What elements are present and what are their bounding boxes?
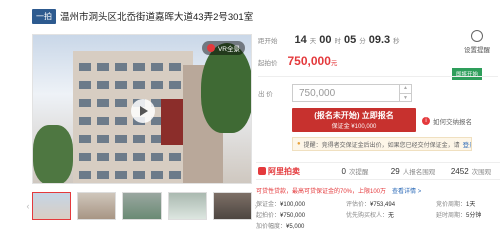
register-button[interactable]: (报名未开始) 立即报名 保证金 ¥100,000 <box>292 108 416 132</box>
info-item: 起拍价：¥750,000 <box>256 213 306 219</box>
thumbnail-2[interactable] <box>77 192 117 220</box>
start-price-unit: 元 <box>330 60 338 67</box>
info-item: 保证金：¥100,000 <box>256 202 306 208</box>
thumbnail-4[interactable] <box>167 192 207 220</box>
info-item: 优先购买权人：无 <box>346 213 395 219</box>
remind-label: 设置提醒 <box>464 47 490 54</box>
register-label: (报名未开始) 立即报名 <box>314 111 394 120</box>
stat-reminders-label: 次提醒 <box>348 169 369 176</box>
vr-label: VR全景 <box>217 46 240 53</box>
remind-button[interactable]: 设置提醒 <box>462 30 492 54</box>
countdown-hours-unit: 时 <box>334 38 342 45</box>
start-price-label: 起拍价 <box>258 60 278 67</box>
bid-down-icon[interactable]: ▼ <box>400 92 411 103</box>
bid-input[interactable]: 750,000 ▲ ▼ <box>292 84 412 102</box>
countdown-minutes-unit: 分 <box>359 38 366 45</box>
stat-reminders-num: 0 <box>341 167 346 176</box>
bid-stepper[interactable]: ▲ ▼ <box>399 84 411 102</box>
warning-icon: ● <box>297 141 301 147</box>
howto-link[interactable]: i 如何交纳报名 <box>422 116 472 126</box>
logo-text: 阿里拍卖 <box>268 166 300 176</box>
stat-views-label: 次围观 <box>471 169 492 176</box>
main-photo[interactable]: VR全景 <box>32 34 252 184</box>
deposit-notice-text: 提醒：竞得者交保证金后出价，如果您已经交付保证金，请 <box>303 142 460 149</box>
thumbnail-1[interactable] <box>32 192 72 220</box>
thumbnail-5[interactable] <box>212 192 253 220</box>
info-item: 竞价周期：1天 <box>436 202 476 208</box>
loan-notice-text: 可贷性贷款，最高可贷保证金的70%，上限100万 <box>256 188 387 195</box>
info-item: 延时周期：5分钟 <box>436 213 482 219</box>
loan-detail-link[interactable]: 查看详情 > <box>392 186 421 195</box>
clock-icon <box>471 30 483 42</box>
countdown-days-unit: 天 <box>309 38 317 45</box>
thumbnail-strip <box>32 192 253 220</box>
tree-left <box>33 125 73 183</box>
info-icon: i <box>422 117 430 125</box>
ali-logo-icon <box>258 167 266 175</box>
howto-label: 如何交纳报名 <box>433 119 472 126</box>
info-item: 加价幅度：¥5,000 <box>256 224 305 230</box>
stat-registered-num: 29 <box>390 167 400 176</box>
start-price: 750,000 <box>287 54 331 68</box>
bid-row: 出 价 750,000 ▲ ▼ <box>258 84 412 102</box>
stats-bar: 阿里拍卖 0 次提醒 29 人报名围观 2452 次围观 <box>256 162 500 180</box>
countdown-days: 14 <box>294 34 307 46</box>
countdown-minutes: 05 <box>344 34 357 46</box>
bid-up-icon[interactable]: ▲ <box>400 84 411 93</box>
auction-round-tag: 一拍 <box>32 8 56 24</box>
countdown-seconds-unit: 秒 <box>393 38 400 45</box>
thumbnail-3[interactable] <box>122 192 162 220</box>
ali-auction-logo: 阿里拍卖 <box>256 166 326 177</box>
tree-right <box>201 43 251 133</box>
auction-info-grid: 保证金：¥100,000 评估价：¥753,494 竞价周期：1天 起拍价：¥7… <box>256 199 498 230</box>
stat-views: 2452 次围观 <box>442 166 500 176</box>
info-item: 评估价：¥753,494 <box>346 202 396 208</box>
stat-registered-label: 人报名围观 <box>402 169 436 176</box>
loan-notice: 可贷性贷款，最高可贷保证金的70%，上限100万 查看详情 > <box>256 184 498 196</box>
property-title: 温州市洞头区北岙街道嘉晖大道43弄2号301室 <box>60 12 254 23</box>
vr-button[interactable]: VR全景 <box>201 41 245 55</box>
countdown-hours: 00 <box>319 34 332 46</box>
login-link[interactable]: 登录 <box>463 139 471 149</box>
countdown-seconds: 09.3 <box>368 34 391 46</box>
play-icon[interactable] <box>131 99 155 123</box>
thumb-prev-icon[interactable]: ‹ <box>24 192 32 220</box>
status-badge: 即将开始 <box>452 68 483 80</box>
countdown-label: 距开始 <box>258 38 278 45</box>
deposit-notice: ● 提醒：竞得者交保证金后出价，如果您已经交付保证金，请 登录 <box>292 137 472 151</box>
title-bar: 一拍 温州市洞头区北岙街道嘉晖大道43弄2号301室 <box>32 6 338 26</box>
building-sign <box>161 99 183 145</box>
stat-views-num: 2452 <box>450 167 469 176</box>
stat-reminders: 0 次提醒 <box>326 166 384 176</box>
stat-registered: 29 人报名围观 <box>384 166 442 176</box>
vr-icon <box>206 44 215 52</box>
bid-value: 750,000 <box>299 87 336 99</box>
bid-label: 出 价 <box>258 91 273 98</box>
deposit-label: 保证金 ¥100,000 <box>331 124 377 130</box>
countdown: 距开始 14 天 00 时 05 分 09.3 秒 <box>258 34 458 48</box>
divider <box>258 76 498 77</box>
start-price-row: 起拍价 750,000元 <box>258 54 337 68</box>
